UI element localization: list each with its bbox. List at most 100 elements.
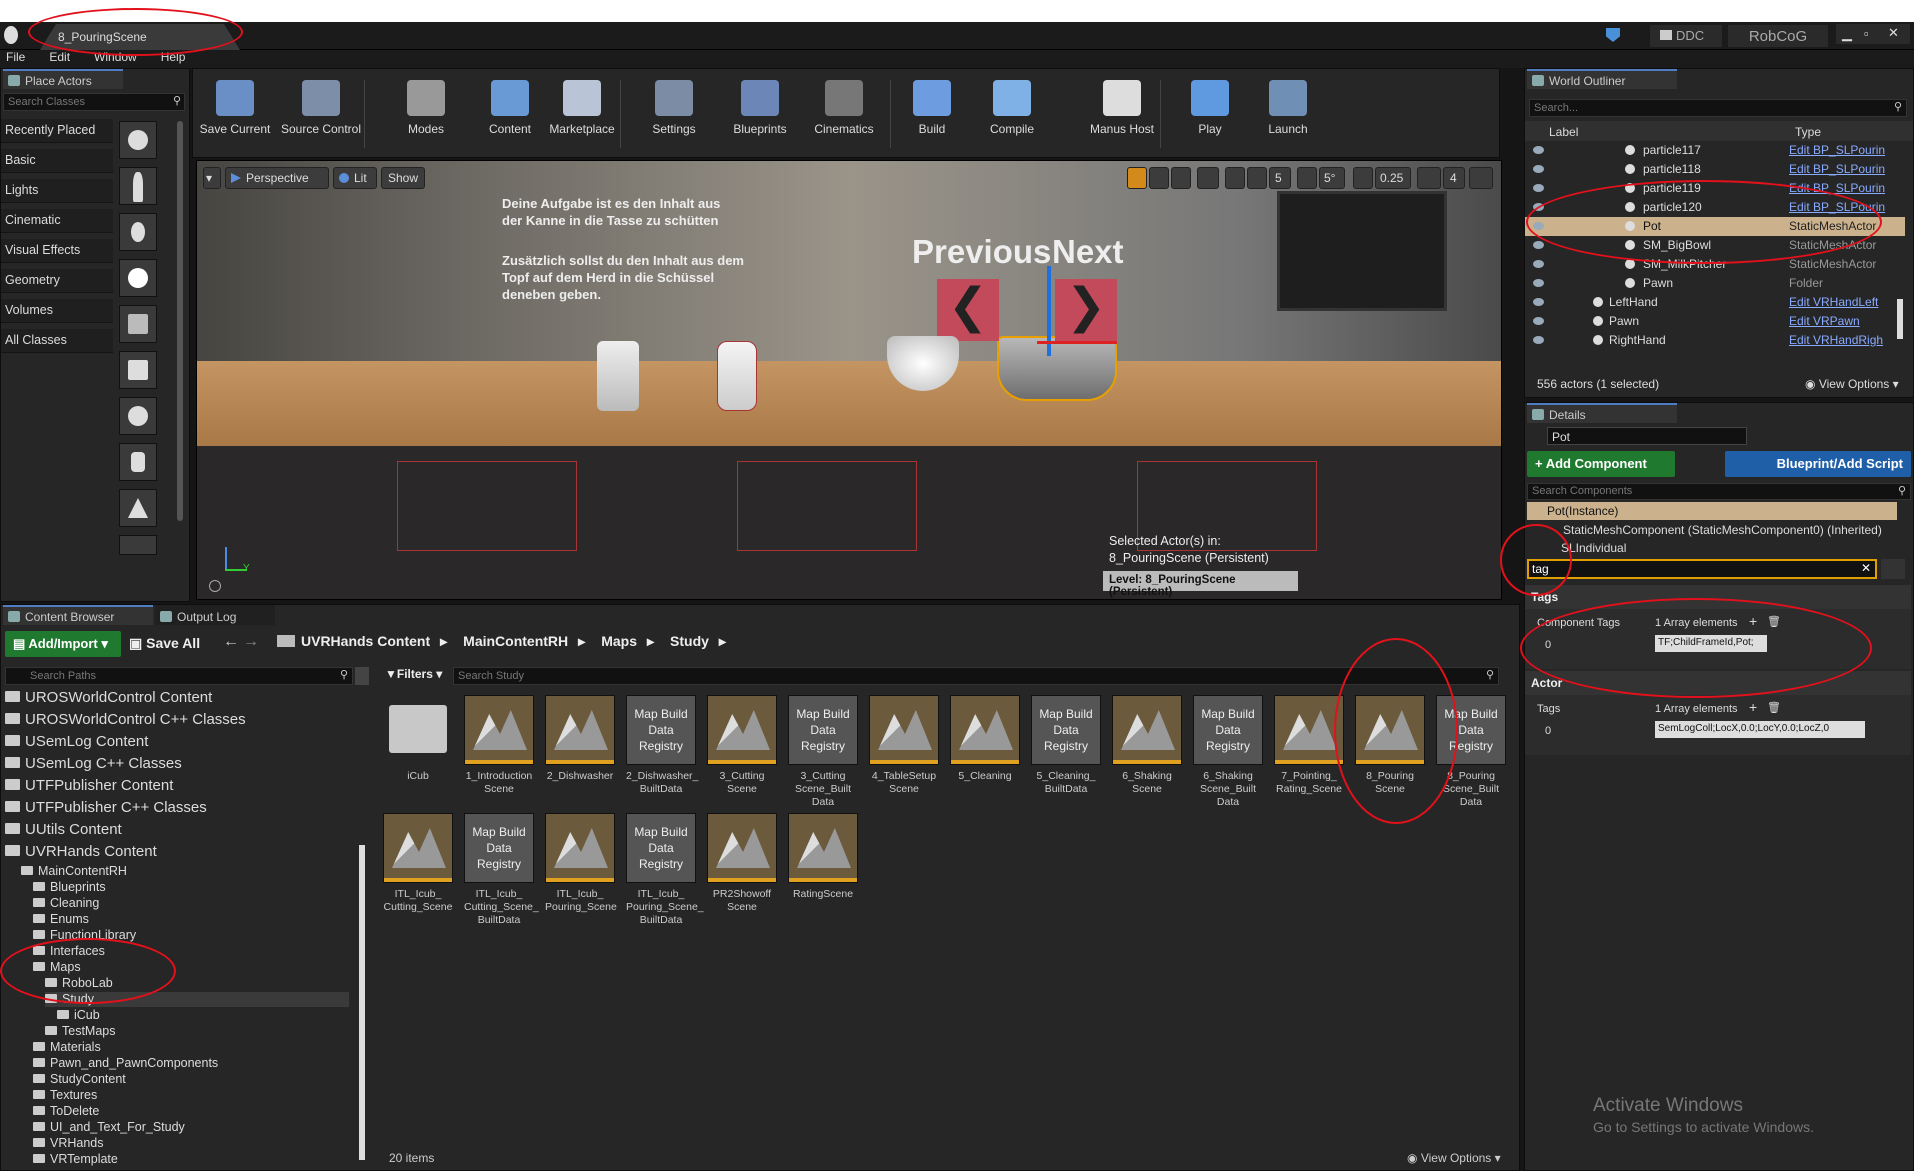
camera-speed-value[interactable]: 4 (1443, 167, 1465, 189)
outliner-view-options[interactable]: ◉ View Options ▾ (1805, 377, 1899, 391)
asset-tile[interactable]: 1_Introduction Scene (464, 695, 534, 796)
content-view-options[interactable]: ◉ View Options ▾ (1407, 1151, 1501, 1165)
outliner-row[interactable]: RightHand Edit VRHandRigh (1525, 331, 1905, 350)
category-all-classes[interactable]: All Classes (1, 329, 113, 353)
cinematics-button[interactable]: Cinematics (804, 76, 884, 152)
show-button[interactable]: Show (381, 167, 425, 189)
component-static-mesh-row[interactable]: StaticMeshComponent (StaticMeshComponent… (1563, 523, 1882, 537)
maximize-icon[interactable]: ▫ (1864, 26, 1869, 41)
search-components-input[interactable]: Search Components ⚲ (1527, 483, 1911, 500)
add-import-button[interactable]: ▤ Add/Import ▾ (5, 631, 121, 657)
world-space-icon[interactable] (1197, 167, 1219, 189)
actor-thumb-cone[interactable] (119, 489, 157, 527)
save-current-button[interactable]: Save Current (196, 76, 274, 152)
category-geometry[interactable]: Geometry (1, 269, 113, 293)
surface-snap-icon[interactable] (1225, 167, 1245, 189)
content-root-folder[interactable]: UTFPublisher C++ Classes (5, 799, 361, 818)
content-root-folder[interactable]: USemLog Content (5, 733, 361, 752)
actor-thumb-cube[interactable] (119, 351, 157, 389)
category-lights[interactable]: Lights (1, 179, 113, 203)
breadcrumb-item[interactable]: Maps (601, 633, 637, 649)
asset-tile[interactable]: 3_Cutting Scene (707, 695, 777, 796)
rotate-tool-icon[interactable] (1149, 167, 1169, 189)
outliner-search-input[interactable]: Search... ⚲ (1529, 99, 1907, 117)
content-root-folder[interactable]: UROSWorldControl C++ Classes (5, 711, 361, 730)
category-volumes[interactable]: Volumes (1, 299, 113, 323)
asset-tile[interactable]: iCub (383, 695, 453, 783)
asset-tile[interactable]: 5_Cleaning (950, 695, 1020, 783)
lit-button[interactable]: Lit (333, 167, 377, 189)
breadcrumb-item[interactable]: UVRHands Content (301, 633, 430, 649)
column-label[interactable]: Label (1549, 125, 1578, 139)
asset-tile[interactable]: 2_Dishwasher (545, 695, 615, 783)
outliner-row[interactable]: Pawn Edit VRPawn (1525, 312, 1905, 331)
visibility-eye-icon[interactable] (1533, 317, 1544, 325)
tree-folder[interactable]: Materials (33, 1040, 101, 1055)
content-button[interactable]: Content (482, 76, 538, 152)
actor-thumb-player-start[interactable] (119, 305, 157, 343)
asset-tile[interactable]: Map Build Data Registry ITL_Icub_ Cutting… (464, 813, 539, 927)
actor-thumb-plane[interactable] (119, 535, 157, 555)
category-basic[interactable]: Basic (1, 149, 113, 173)
tree-folder[interactable]: StudyContent (33, 1072, 126, 1087)
close-icon[interactable]: ✕ (1888, 25, 1899, 41)
breadcrumb-arrow-icon[interactable]: ▸ (647, 633, 654, 649)
viewport-options-dropdown[interactable]: ▾ (203, 167, 221, 189)
ddc-indicator[interactable]: DDC (1650, 25, 1722, 47)
asset-tile[interactable]: RatingScene (788, 813, 858, 901)
details-tab[interactable]: Details (1527, 403, 1677, 423)
asset-tile[interactable]: Map Build Data Registry 2_Dishwasher_ Bui… (626, 695, 698, 796)
content-browser-tab[interactable]: Content Browser (3, 605, 153, 625)
cup-mesh[interactable] (597, 341, 639, 411)
asset-tile[interactable]: ITL_Icub_ Cutting_Scene (383, 813, 453, 914)
visibility-eye-icon[interactable] (1533, 241, 1544, 249)
scale-snap-icon[interactable] (1353, 167, 1373, 189)
outliner-row[interactable]: LeftHand Edit VRHandLeft (1525, 293, 1905, 312)
rotation-snap-value[interactable]: 5° (1319, 167, 1345, 189)
asset-tile[interactable]: 7_Pointing_ Rating_Scene (1274, 695, 1344, 796)
asset-tile[interactable]: PR2Showoff Scene (707, 813, 777, 914)
content-root-folder[interactable]: UTFPublisher Content (5, 777, 361, 796)
column-type[interactable]: Type (1795, 125, 1821, 139)
previous-arrow-button[interactable]: ❮ (937, 279, 999, 341)
actor-thumb-sphere[interactable] (119, 121, 157, 159)
asset-tile[interactable]: Map Build Data Registry 3_Cutting Scene_B… (788, 695, 858, 809)
content-root-folder[interactable]: USemLog C++ Classes (5, 755, 361, 774)
output-log-tab[interactable]: Output Log (155, 605, 275, 625)
visibility-eye-icon[interactable] (1533, 260, 1544, 268)
path-tree-scrollbar[interactable] (359, 845, 365, 1160)
details-filter-input[interactable]: tag ✕ (1527, 559, 1877, 579)
history-forward-icon[interactable]: → (243, 633, 259, 651)
tree-folder[interactable]: ManusRH (21, 1168, 94, 1169)
tree-folder[interactable]: VRHands (33, 1136, 104, 1151)
actor-thumb-light[interactable] (119, 259, 157, 297)
actor-name-input[interactable]: Pot (1547, 427, 1747, 445)
tree-folder[interactable]: Enums (33, 912, 89, 927)
asset-tile[interactable]: Map Build Data Registry 6_Shaking Scene_B… (1193, 695, 1263, 809)
tree-folder[interactable]: Pawn_and_PawnComponents (33, 1056, 218, 1071)
tree-folder[interactable]: MainContentRH (21, 864, 127, 879)
gizmo-x-axis[interactable] (1037, 341, 1117, 344)
grid-size-value[interactable]: 5 (1269, 167, 1291, 189)
menu-file[interactable]: File (6, 50, 25, 64)
history-back-icon[interactable]: ← (223, 633, 239, 651)
tree-folder[interactable]: VRTemplate (33, 1152, 118, 1167)
asset-tile[interactable]: Map Build Data Registry ITL_Icub_ Pouring… (626, 813, 704, 927)
play-button[interactable]: Play (1180, 76, 1240, 152)
rotation-snap-icon[interactable] (1297, 167, 1317, 189)
visibility-eye-icon[interactable] (1533, 146, 1544, 154)
place-actors-tab[interactable]: Place Actors (3, 69, 123, 89)
breadcrumb-item[interactable]: MainContentRH (463, 633, 568, 649)
tree-folder[interactable]: UI_and_Text_For_Study (33, 1120, 185, 1135)
content-root-folder[interactable]: UVRHands Content (5, 843, 361, 862)
outliner-row-type[interactable]: Edit BP_SLPourin (1789, 143, 1885, 157)
visibility-eye-icon[interactable] (1533, 336, 1544, 344)
tree-folder[interactable]: TestMaps (45, 1024, 116, 1039)
tree-folder[interactable]: Cleaning (33, 896, 99, 911)
search-classes-input[interactable]: Search Classes ⚲ (3, 93, 185, 111)
pot-mesh[interactable] (997, 336, 1117, 401)
breadcrumb-arrow-icon[interactable]: ▸ (440, 633, 447, 649)
manus-host-button[interactable]: Manus Host (1076, 76, 1168, 152)
maximize-viewport-icon[interactable] (1469, 167, 1493, 189)
perspective-button[interactable]: Perspective (225, 167, 329, 189)
